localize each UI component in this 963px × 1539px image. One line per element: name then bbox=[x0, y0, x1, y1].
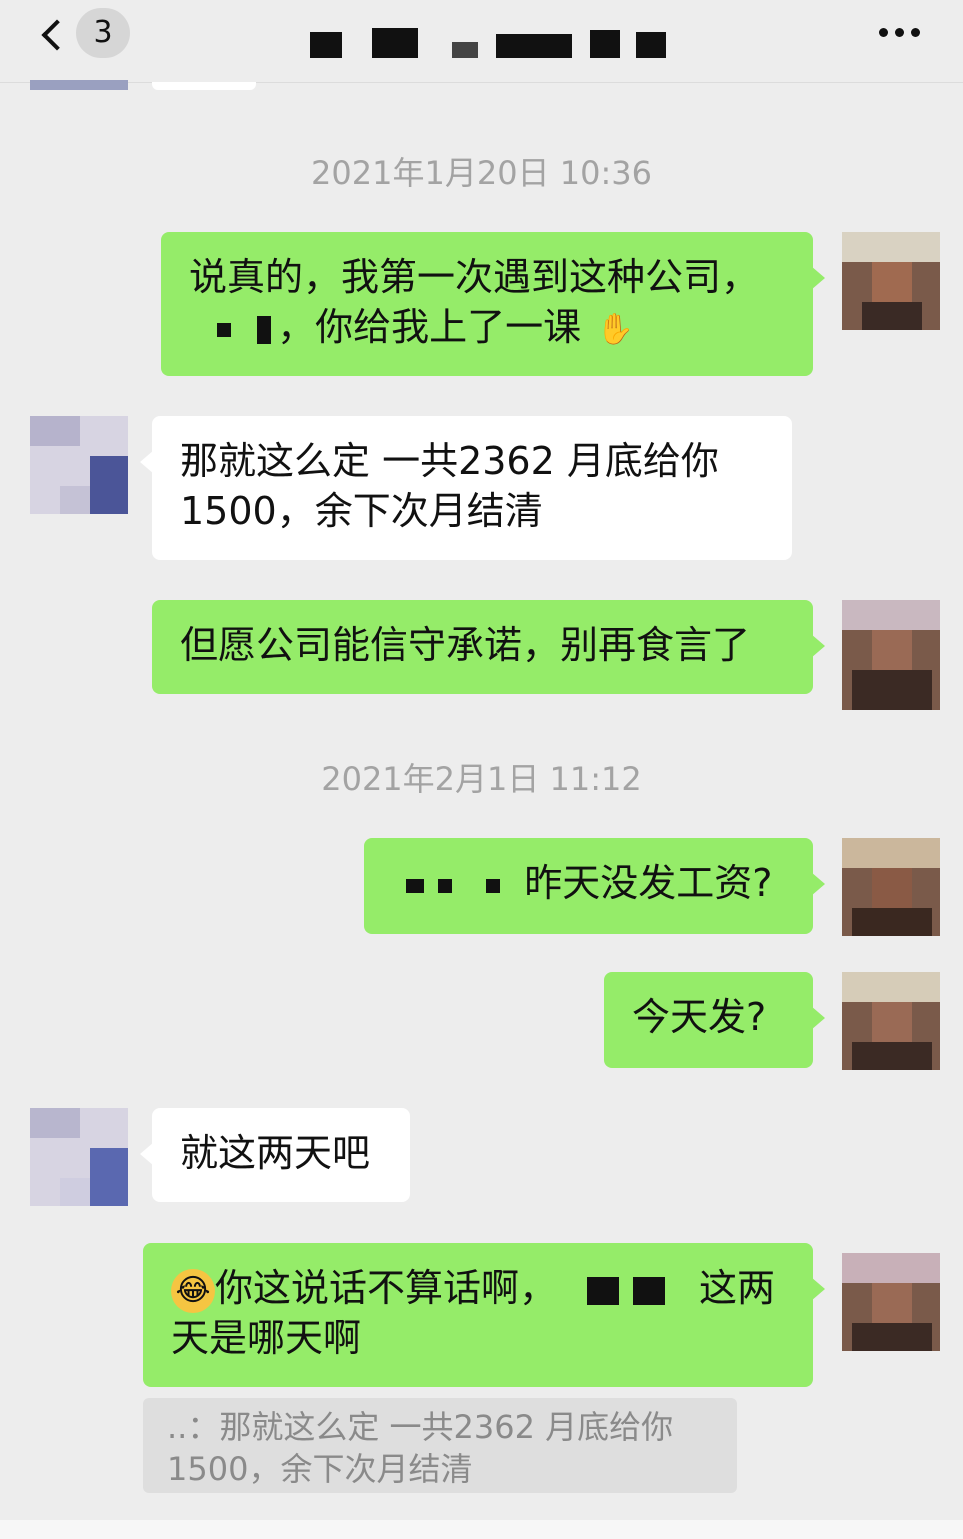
avatar-other[interactable] bbox=[30, 1108, 128, 1206]
chat-title-redacted bbox=[310, 24, 670, 60]
more-dots-icon[interactable] bbox=[879, 28, 923, 40]
message-bubble-self[interactable]: 今天发? bbox=[604, 972, 825, 1068]
quote-text-line2: 1500，余下次月结清 bbox=[167, 1450, 473, 1488]
message-text: 今天发? bbox=[632, 995, 767, 1039]
message-text-line2: 天是哪天啊 bbox=[171, 1316, 362, 1360]
message-text: 这两 bbox=[699, 1266, 776, 1310]
message-text: 但愿公司能信守承诺，别再食言了 bbox=[180, 623, 751, 667]
avatar-other[interactable] bbox=[30, 416, 128, 514]
message-text: 你这说话不算话啊， bbox=[215, 1266, 558, 1310]
redacted-name bbox=[438, 878, 453, 893]
unread-count-badge[interactable]: 3 bbox=[76, 8, 130, 58]
quote-text: ..：那就这么定 一共2362 月底给你 bbox=[167, 1408, 674, 1446]
back-chevron-icon[interactable] bbox=[36, 14, 72, 54]
avatar-self[interactable] bbox=[842, 1253, 940, 1351]
chat-header: 3 bbox=[0, 0, 963, 83]
message-bubble-other[interactable]: 那就这么定 一共2362 月底给你 1500，余下次月结清 bbox=[140, 416, 792, 560]
avatar-self[interactable] bbox=[842, 232, 940, 330]
avatar-self[interactable] bbox=[842, 600, 940, 710]
timestamp: 2021年2月1日 11:12 bbox=[321, 760, 642, 798]
redacted-name bbox=[257, 315, 272, 344]
message-text-line1: 😂 你这说话不算话啊， 这两 bbox=[171, 1263, 785, 1313]
redacted-name bbox=[486, 878, 501, 893]
message-bubble-self[interactable]: 昨天没发工资? bbox=[364, 838, 825, 934]
pray-hands-emoji-icon: ✋ bbox=[596, 311, 634, 347]
redacted-name bbox=[217, 322, 231, 337]
message-bubble-self[interactable]: 说真的，我第一次遇到这种公司， ，你给我上了一课 ✋ bbox=[161, 232, 825, 376]
message-text: 说真的，我第一次遇到这种公司， bbox=[189, 255, 760, 299]
message-bubble-self[interactable]: 😂 你这说话不算话啊， 这两 天是哪天啊 bbox=[143, 1243, 825, 1387]
laugh-cry-emoji-icon: 😂 bbox=[171, 1268, 215, 1313]
message-bubble-self[interactable]: 但愿公司能信守承诺，别再食言了 bbox=[152, 600, 825, 694]
redacted-name bbox=[633, 1276, 666, 1305]
avatar-self[interactable] bbox=[842, 838, 940, 936]
message-text: ，你给我上了一课 bbox=[277, 305, 582, 349]
avatar bbox=[30, 80, 128, 90]
input-bar[interactable] bbox=[0, 1520, 963, 1539]
partial-bubble bbox=[152, 82, 256, 90]
message-bubble-other[interactable]: 就这两天吧 bbox=[140, 1108, 410, 1202]
quoted-message[interactable]: ..：那就这么定 一共2362 月底给你 1500，余下次月结清 bbox=[143, 1398, 737, 1493]
redacted-name bbox=[587, 1276, 620, 1305]
timestamp: 2021年1月20日 10:36 bbox=[311, 154, 652, 192]
message-text: 就这两天吧 bbox=[180, 1131, 371, 1175]
avatar-self[interactable] bbox=[842, 972, 940, 1070]
message-text-line2: ，你给我上了一课 ✋ bbox=[189, 302, 785, 352]
message-text: 那就这么定 一共2362 月底给你 bbox=[180, 439, 719, 483]
message-text: 昨天没发工资? bbox=[524, 861, 773, 905]
redacted-name bbox=[406, 878, 424, 893]
message-text-line2: 1500，余下次月结清 bbox=[180, 489, 543, 533]
